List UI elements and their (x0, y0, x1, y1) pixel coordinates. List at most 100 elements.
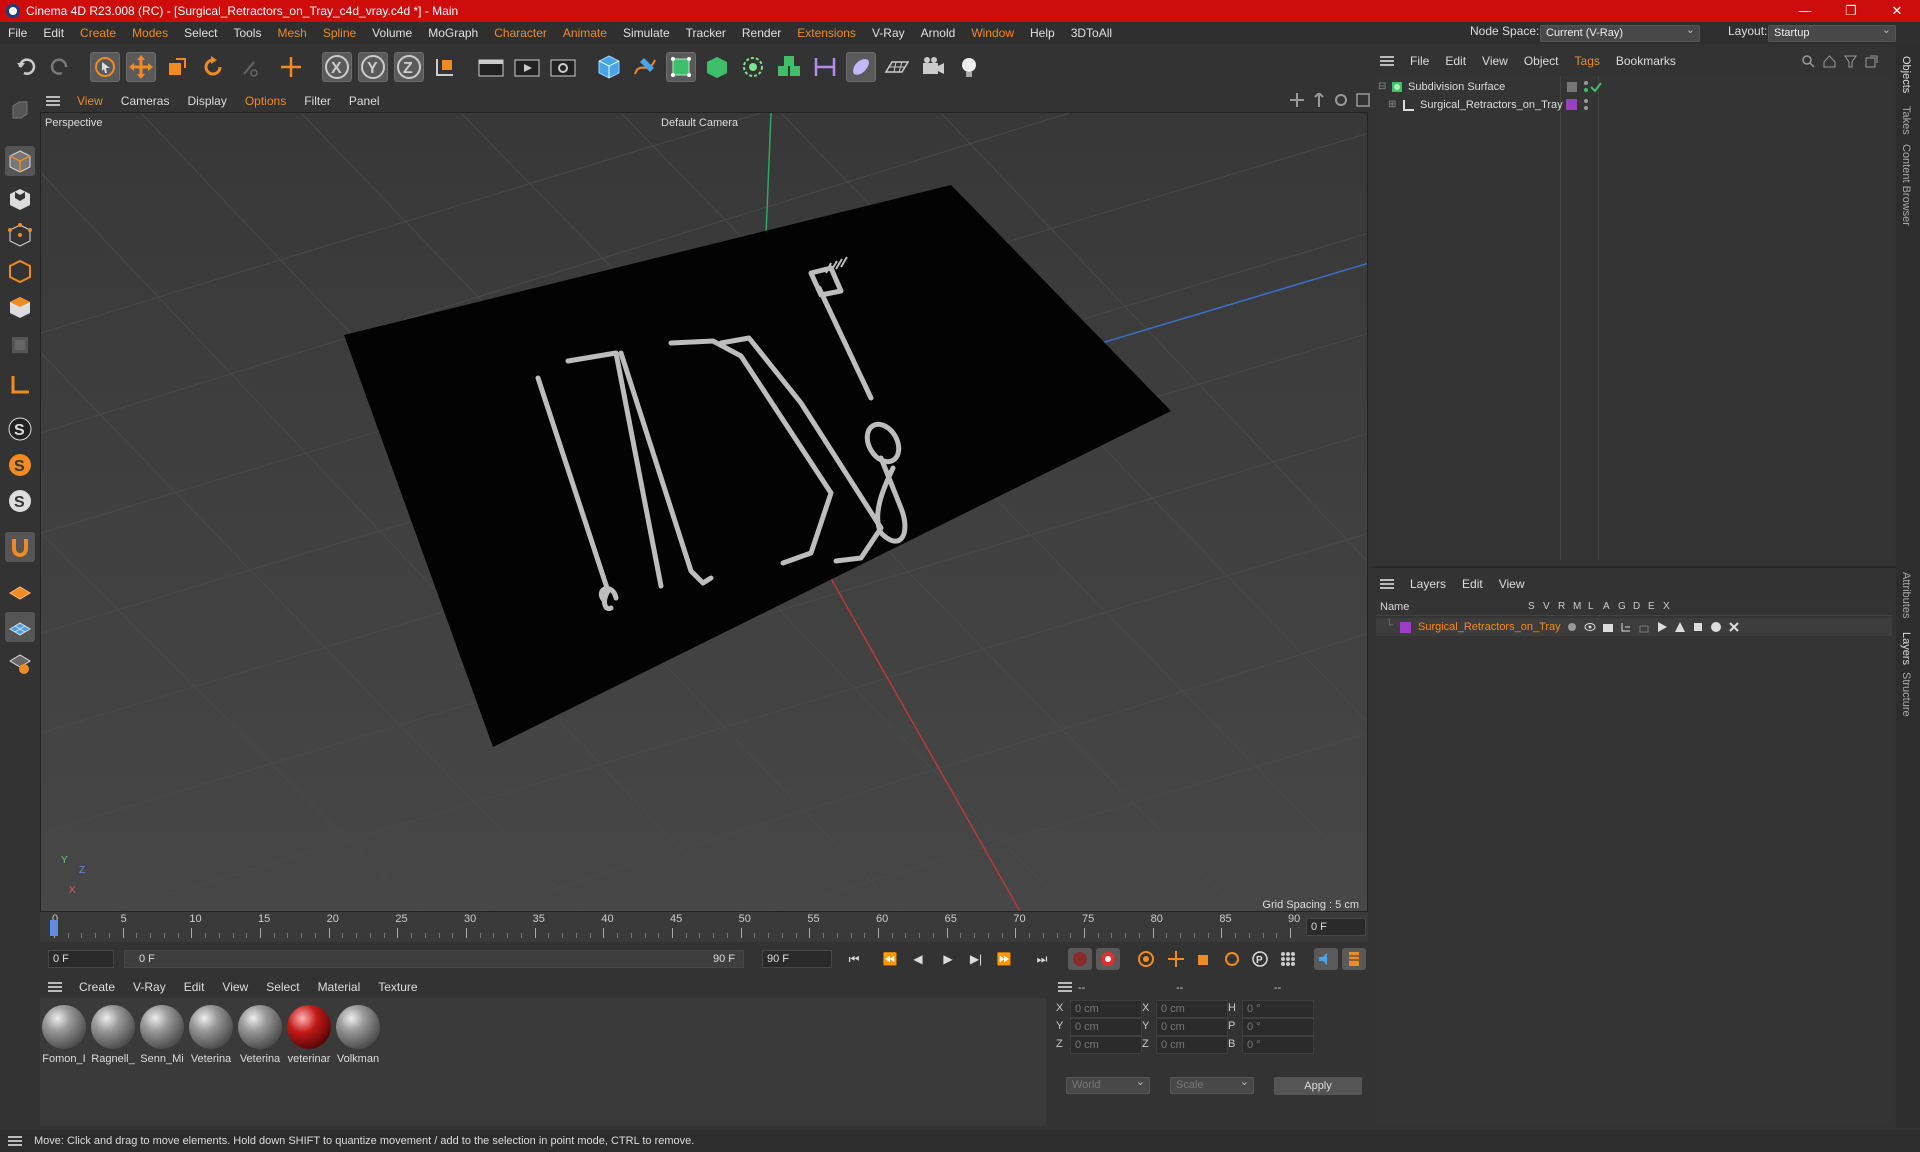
coord-value-field[interactable]: 0 cm (1070, 1000, 1142, 1018)
autokeying-icon[interactable] (1096, 948, 1120, 970)
maximize-view-icon[interactable] (1356, 93, 1370, 107)
material-swatch[interactable]: Veterina (237, 1005, 283, 1065)
minimize-button[interactable]: — (1782, 0, 1828, 22)
coordinates-menu-icon[interactable] (1058, 982, 1072, 992)
menu-tracker[interactable]: Tracker (678, 26, 734, 40)
material-swatch[interactable]: Veterina (188, 1005, 234, 1065)
layer-row[interactable]: └ Surgical_Retractors_on_Tray (1376, 618, 1892, 636)
menu-volume[interactable]: Volume (364, 26, 420, 40)
tab-content-browser[interactable]: Content Browser (1900, 144, 1912, 226)
workplane-icon[interactable] (5, 576, 35, 606)
layout-select[interactable]: Startup (1768, 23, 1896, 42)
x-axis-lock-button[interactable]: X (322, 52, 352, 82)
dolly-view-icon[interactable] (1312, 93, 1326, 107)
layer-menu-icon[interactable] (1380, 579, 1394, 589)
apply-button[interactable]: Apply (1274, 1077, 1362, 1095)
coord-value-field[interactable]: 0 ° (1242, 1000, 1314, 1018)
key-scale-icon[interactable] (1192, 948, 1216, 970)
object-edit-icon[interactable] (1566, 81, 1578, 93)
viewport-menu-filter[interactable]: Filter (295, 94, 340, 108)
menu-spline[interactable]: Spline (315, 26, 364, 40)
layer-locked-icon[interactable] (1638, 621, 1650, 633)
coord-value-field[interactable]: 0 cm (1156, 1036, 1228, 1054)
coord-value-field[interactable]: 0 ° (1242, 1036, 1314, 1054)
menu-edit[interactable]: Edit (35, 26, 72, 40)
deformer-button[interactable] (810, 52, 840, 82)
viewport-menu-icon[interactable] (46, 96, 60, 106)
layer-visible-icon[interactable] (1584, 621, 1596, 633)
coord-value-field[interactable]: 0 cm (1070, 1036, 1142, 1054)
key-rotation-icon[interactable] (1220, 948, 1244, 970)
layer-menu-layers[interactable]: Layers (1402, 577, 1454, 591)
object-menu-icon[interactable] (1380, 56, 1394, 66)
tab-takes[interactable]: Takes (1900, 106, 1912, 135)
pen-spline-button[interactable] (630, 52, 660, 82)
menu-mograph[interactable]: MoGraph (420, 26, 486, 40)
pan-view-icon[interactable] (1290, 93, 1304, 107)
go-to-start-icon[interactable]: ⏮ (842, 948, 866, 970)
start-frame-field[interactable]: 0 F (48, 950, 114, 968)
menu-vray[interactable]: V-Ray (864, 26, 913, 40)
menu-render[interactable]: Render (734, 26, 789, 40)
live-selection-axis-button[interactable] (276, 52, 306, 82)
point-mode-icon[interactable] (5, 220, 35, 250)
menu-extensions[interactable]: Extensions (789, 26, 864, 40)
camera-object-button[interactable] (918, 52, 948, 82)
keyframe-selection-icon[interactable] (1134, 948, 1158, 970)
array-generator-button[interactable] (774, 52, 804, 82)
scale-tool-button[interactable] (162, 52, 192, 82)
play-icon[interactable]: ▶ (936, 948, 960, 970)
frame-range-slider[interactable]: 0 F 90 F (124, 950, 744, 968)
home-icon[interactable] (1823, 54, 1836, 68)
search-icon[interactable] (1802, 54, 1815, 68)
menu-mesh[interactable]: Mesh (269, 26, 314, 40)
render-view-button[interactable] (476, 52, 506, 82)
object-row-retractors[interactable]: ⊞ Surgical_Retractors_on_Tray (1376, 96, 1892, 114)
layer-col-l[interactable]: L (1588, 601, 1594, 612)
viewport-menu-view[interactable]: View (68, 94, 112, 108)
material-menu-texture[interactable]: Texture (369, 980, 426, 994)
layer-generators-icon[interactable] (1674, 621, 1686, 633)
previous-key-icon[interactable]: ⏪ (878, 948, 902, 970)
layer-manager-icon[interactable] (1620, 621, 1632, 633)
layer-col-m[interactable]: M (1573, 601, 1581, 612)
perspective-viewport[interactable]: Perspective Default Camera Grid Spacing … (40, 112, 1368, 912)
layer-menu-edit[interactable]: Edit (1454, 577, 1491, 591)
end-frame-field[interactable]: 90 F (762, 950, 832, 968)
coord-value-field[interactable]: 0 cm (1156, 1000, 1228, 1018)
cube-primitive-button[interactable] (594, 52, 624, 82)
extrude-generator-button[interactable] (702, 52, 732, 82)
redo-button[interactable] (44, 52, 74, 82)
menu-create[interactable]: Create (72, 26, 124, 40)
object-menu-bookmarks[interactable]: Bookmarks (1608, 54, 1684, 68)
y-axis-lock-button[interactable]: Y (358, 52, 388, 82)
collapse-icon[interactable]: ⊟ (1378, 81, 1386, 92)
material-menu-icon[interactable] (48, 982, 62, 992)
restore-button[interactable]: ❐ (1828, 0, 1874, 22)
locked-workplane-icon[interactable] (5, 648, 35, 678)
make-editable-icon[interactable] (5, 96, 35, 126)
current-frame-field[interactable]: 0 F (1306, 918, 1366, 936)
previous-frame-icon[interactable]: ◀ (906, 948, 930, 970)
material-swatch[interactable]: Volkman (335, 1005, 381, 1065)
timeline-ruler[interactable]: 0 5 10 15 20 25 30 35 40 45 50 55 60 65 70 75 80 85 90 0 F (40, 912, 1368, 942)
tab-structure[interactable]: Structure (1900, 672, 1912, 717)
object-menu-file[interactable]: File (1402, 54, 1437, 68)
visibility-dots-icon[interactable] (1582, 98, 1590, 112)
polygon-mode-icon[interactable] (5, 292, 35, 322)
layer-col-d[interactable]: D (1633, 601, 1640, 612)
layer-col-e[interactable]: E (1648, 601, 1655, 612)
workplane-snap-icon[interactable]: S (5, 486, 35, 516)
layer-col-g[interactable]: G (1618, 601, 1626, 612)
orbit-view-icon[interactable] (1334, 93, 1348, 107)
menu-tools[interactable]: Tools (225, 26, 269, 40)
menu-file[interactable]: File (0, 26, 35, 40)
select-tool-button[interactable] (90, 52, 120, 82)
go-to-end-icon[interactable]: ⏭ (1030, 948, 1054, 970)
light-object-button[interactable] (954, 52, 984, 82)
timeline-playhead[interactable] (50, 920, 58, 936)
viewport-menu-options[interactable]: Options (236, 94, 295, 108)
layer-expressions-icon[interactable] (1710, 621, 1722, 633)
material-swatch[interactable]: Senn_Mi (139, 1005, 185, 1065)
object-menu-object[interactable]: Object (1516, 54, 1567, 68)
